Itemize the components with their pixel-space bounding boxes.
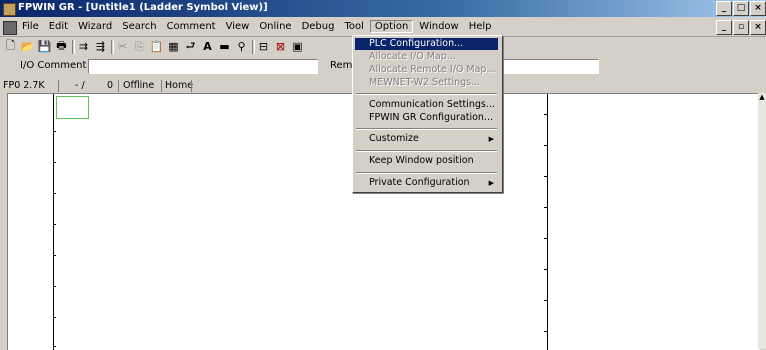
document-icon[interactable] bbox=[3, 21, 17, 35]
address-status: - / bbox=[75, 80, 85, 91]
menu-tool[interactable]: Tool bbox=[340, 21, 367, 33]
edit-cursor[interactable] bbox=[56, 96, 89, 119]
insert-icon[interactable]: ▦ bbox=[166, 39, 181, 54]
menu-wizard[interactable]: Wizard bbox=[74, 21, 116, 33]
minimize-button[interactable]: _ bbox=[716, 1, 732, 16]
doc-close-button[interactable]: × bbox=[750, 20, 766, 35]
document-window-controls: _ ▫ × bbox=[715, 20, 766, 35]
submenu-arrow-icon: ▶ bbox=[488, 179, 494, 187]
close-button[interactable]: × bbox=[750, 1, 766, 16]
menu-view[interactable]: View bbox=[222, 21, 254, 33]
menu-item-keep-window-position[interactable]: Keep Window position bbox=[355, 155, 498, 167]
menu-item-customize[interactable]: Customize ▶ bbox=[355, 133, 498, 145]
text-icon[interactable]: A bbox=[200, 39, 215, 54]
monitor-icon[interactable]: ⊟ bbox=[256, 39, 271, 54]
copy-icon[interactable]: ⎘ bbox=[132, 39, 147, 54]
window-icon[interactable]: ⊠ bbox=[273, 39, 288, 54]
remark-input[interactable] bbox=[500, 59, 599, 74]
scroll-up-icon[interactable]: ▲ bbox=[758, 93, 766, 101]
menu-item-fpwin-gr-configuration[interactable]: FPWIN GR Configuration... bbox=[355, 112, 498, 124]
online-status: Offline bbox=[123, 80, 155, 91]
title-bar: FPWIN GR - [Untitle1 (Ladder Symbol View… bbox=[0, 0, 766, 17]
left-power-rail bbox=[53, 94, 54, 350]
io-comment-input[interactable] bbox=[88, 59, 318, 74]
app-icon[interactable] bbox=[3, 3, 16, 16]
print-icon[interactable]: 🖶 bbox=[54, 39, 69, 54]
count-status: 0 bbox=[107, 80, 114, 91]
window-controls: _ □ × bbox=[715, 1, 766, 16]
menu-search[interactable]: Search bbox=[118, 21, 160, 33]
find-next-icon[interactable]: ⇶ bbox=[93, 39, 108, 54]
menu-edit[interactable]: Edit bbox=[45, 21, 72, 33]
menu-help[interactable]: Help bbox=[465, 21, 496, 33]
menu-item-private-configuration[interactable]: Private Configuration ▶ bbox=[355, 177, 498, 189]
open-icon[interactable]: 📂 bbox=[20, 39, 35, 54]
find-icon[interactable]: ⇉ bbox=[76, 39, 91, 54]
menu-online[interactable]: Online bbox=[255, 21, 295, 33]
customize-label: Customize bbox=[369, 133, 419, 144]
right-power-rail bbox=[547, 94, 548, 350]
menu-debug[interactable]: Debug bbox=[298, 21, 339, 33]
private-configuration-label: Private Configuration bbox=[369, 177, 470, 188]
bar-icon[interactable]: ▬ bbox=[217, 39, 232, 54]
menu-comment[interactable]: Comment bbox=[163, 21, 220, 33]
position-status: Home bbox=[165, 80, 194, 91]
screen-icon[interactable]: ▣ bbox=[290, 39, 305, 54]
save-icon[interactable]: 💾 bbox=[37, 39, 52, 54]
menu-window[interactable]: Window bbox=[415, 21, 462, 33]
menu-item-plc-configuration[interactable]: PLC Configuration... bbox=[355, 38, 498, 50]
new-icon[interactable]: 🗋 bbox=[3, 39, 18, 54]
option-menu: PLC Configuration... Allocate I/O Map...… bbox=[352, 35, 503, 193]
maximize-button[interactable]: □ bbox=[733, 1, 749, 16]
step-icon[interactable]: ⮐ bbox=[183, 39, 198, 54]
io-comment-label: I/O Comment bbox=[20, 60, 87, 71]
menu-file[interactable]: File bbox=[18, 21, 43, 33]
binoculars-icon[interactable]: ⚲ bbox=[234, 39, 249, 54]
menu-item-communication-settings[interactable]: Communication Settings... bbox=[355, 99, 498, 111]
menu-item-allocate-remote-io-map: Allocate Remote I/O Map... bbox=[369, 64, 496, 75]
doc-restore-button[interactable]: ▫ bbox=[733, 20, 749, 35]
submenu-arrow-icon: ▶ bbox=[488, 135, 494, 143]
plc-type: FP0 2.7K bbox=[3, 80, 45, 91]
menu-item-mewnet-w2-settings: MEWNET-W2 Settings... bbox=[369, 77, 481, 88]
menu-option[interactable]: Option bbox=[369, 20, 414, 33]
cut-icon[interactable]: ✂ bbox=[115, 39, 130, 54]
doc-minimize-button[interactable]: _ bbox=[716, 20, 732, 35]
vertical-scrollbar[interactable]: ▲ bbox=[758, 93, 766, 349]
window-title: FPWIN GR - [Untitle1 (Ladder Symbol View… bbox=[18, 2, 268, 13]
paste-icon[interactable]: 📋 bbox=[149, 39, 164, 54]
menu-item-allocate-io-map: Allocate I/O Map... bbox=[369, 51, 456, 62]
